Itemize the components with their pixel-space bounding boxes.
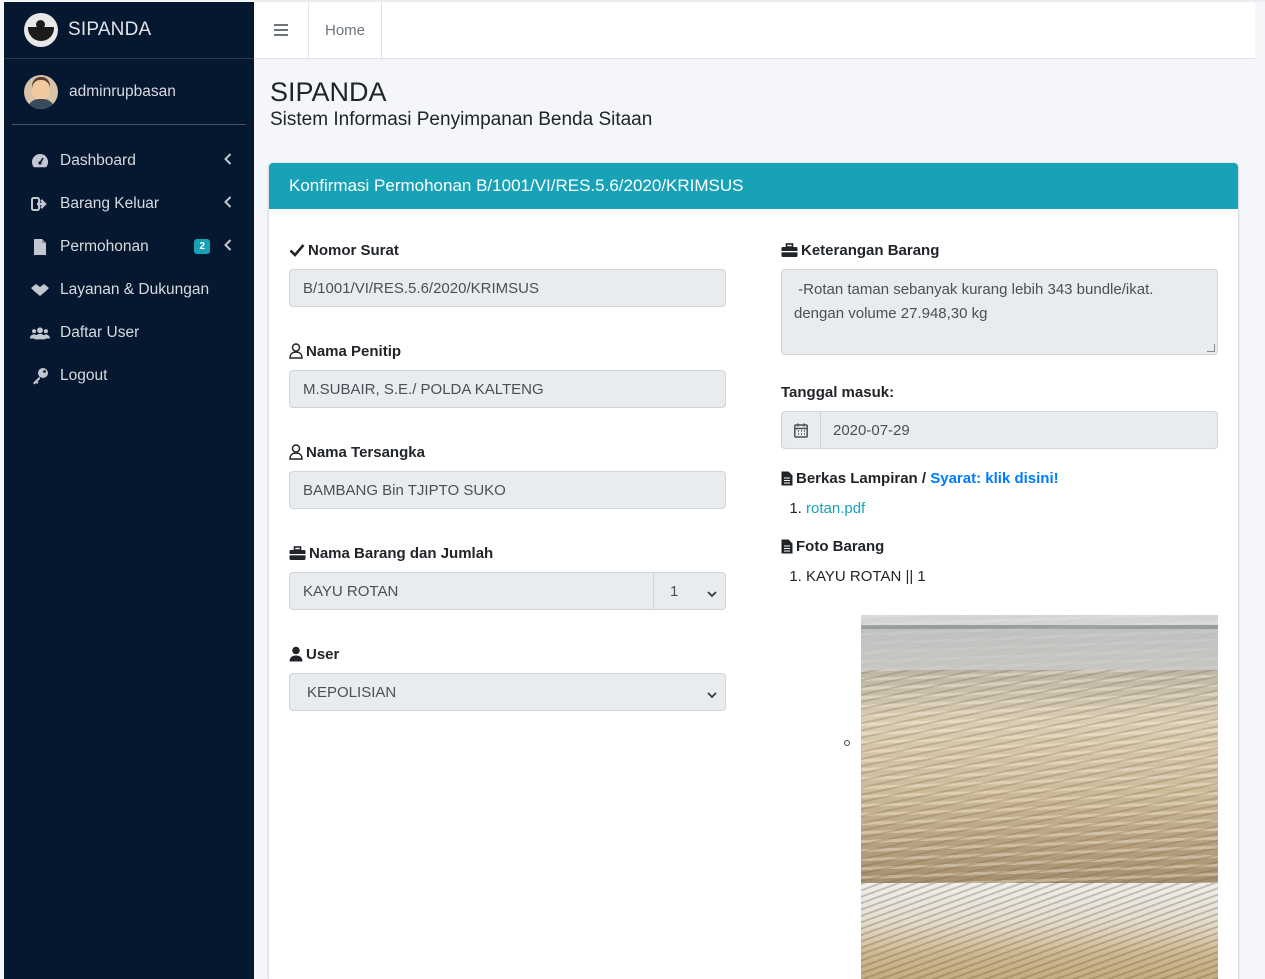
confirmation-card: Konfirmasi Permohonan B/1001/VI/RES.5.6/…	[269, 163, 1238, 979]
keterangan-group: Keterangan Barang -Rotan taman sebanyak …	[781, 240, 1218, 355]
key-icon	[30, 366, 50, 386]
nomor-surat-label: Nomor Surat	[308, 241, 399, 259]
user-outline-icon	[289, 343, 303, 359]
nama-tersangka-field[interactable]: BAMBANG Bin TJIPTO SUKO	[289, 471, 726, 509]
user-icon	[289, 646, 303, 662]
nama-barang-field[interactable]: KAYU ROTAN	[289, 572, 654, 610]
file-text-icon	[781, 471, 793, 486]
quantity-select[interactable]: 1	[654, 572, 726, 610]
form-left-column: Nomor Surat B/1001/VI/RES.5.6/2020/KRIMS…	[289, 240, 726, 745]
file-icon	[30, 237, 50, 257]
brand-logo-icon	[24, 13, 58, 47]
briefcase-icon	[289, 545, 306, 561]
content-header: SIPANDA Sistem Informasi Penyimpanan Ben…	[270, 76, 652, 131]
nama-barang-label: Nama Barang dan Jumlah	[309, 544, 494, 562]
sidebar-item-daftar-user[interactable]: Daftar User	[4, 311, 254, 354]
chevron-left-icon	[224, 239, 232, 254]
rattan-photo-1[interactable]	[861, 615, 1218, 883]
user-select[interactable]: KEPOLISIAN	[289, 673, 726, 711]
sidebar-item-barang-keluar[interactable]: Barang Keluar	[4, 182, 254, 225]
list-item: KAYU ROTAN || 1	[806, 568, 1218, 585]
nama-penitip-field[interactable]: M.SUBAIR, S.E./ POLDA KALTENG	[289, 370, 726, 408]
users-icon	[30, 323, 50, 343]
file-text-icon	[781, 539, 793, 554]
tanggal-masuk-field[interactable]: 2020-07-29	[821, 411, 1218, 449]
photo-gallery	[861, 615, 1218, 979]
user-name[interactable]: adminrupbasan	[69, 83, 176, 101]
nama-penitip-label: Nama Penitip	[306, 342, 402, 360]
attachment-link[interactable]: rotan.pdf	[806, 500, 865, 517]
sidebar-nav: Dashboard Barang Keluar Permohonan 2 Lay…	[4, 139, 254, 397]
card-title: Konfirmasi Permohonan B/1001/VI/RES.5.6/…	[269, 163, 1238, 209]
nomor-surat-field[interactable]: B/1001/VI/RES.5.6/2020/KRIMSUS	[289, 269, 726, 307]
avatar	[24, 74, 58, 109]
list-item: rotan.pdf	[806, 500, 1218, 517]
quantity-value: 1	[670, 582, 679, 600]
tachometer-icon	[30, 151, 50, 171]
foto-group: Foto Barang KAYU ROTAN || 1	[781, 536, 1218, 585]
form-right-column: Keterangan Barang -Rotan taman sebanyak …	[781, 240, 1218, 979]
syarat-link[interactable]: Syarat: klik disini!	[930, 470, 1058, 487]
sidebar: SIPANDA adminrupbasan Dashboard Barang K…	[4, 2, 254, 979]
photo-list: KAYU ROTAN || 1	[781, 568, 1218, 585]
keterangan-line-2: dengan volume 27.948,30 kg	[794, 305, 988, 322]
page-subtitle: Sistem Informasi Penyimpanan Benda Sitaa…	[270, 109, 653, 130]
tanggal-masuk-group: Tanggal masuk: 2020-07-29	[781, 382, 1218, 449]
nama-tersangka-group: Nama Tersangka BAMBANG Bin TJIPTO SUKO	[289, 442, 726, 509]
nama-penitip-group: Nama Penitip M.SUBAIR, S.E./ POLDA KALTE…	[289, 341, 726, 408]
sidebar-item-layanan[interactable]: Layanan & Dukungan	[4, 268, 254, 311]
tanggal-masuk-label: Tanggal masuk:	[781, 383, 895, 401]
check-icon	[289, 243, 305, 257]
menu-toggle-icon[interactable]	[254, 2, 309, 58]
sidebar-item-label: Dashboard	[60, 151, 136, 169]
nama-barang-group: Nama Barang dan Jumlah KAYU ROTAN 1	[289, 543, 726, 610]
sidebar-item-permohonan[interactable]: Permohonan 2	[4, 225, 254, 268]
sidebar-item-label: Logout	[60, 366, 108, 384]
sign-out-icon	[30, 194, 50, 214]
chevron-left-icon	[224, 153, 232, 168]
berkas-group: Berkas Lampiran / Syarat: klik disini! r…	[781, 468, 1218, 517]
sidebar-item-label: Daftar User	[60, 323, 140, 341]
user-group: User KEPOLISIAN	[289, 644, 726, 711]
rattan-photo-2[interactable]	[861, 883, 1218, 979]
brand-link[interactable]: SIPANDA	[4, 2, 254, 59]
chevron-left-icon	[224, 196, 232, 211]
nama-tersangka-label: Nama Tersangka	[306, 443, 425, 461]
sidebar-item-dashboard[interactable]: Dashboard	[4, 139, 254, 182]
notification-badge: 2	[194, 239, 210, 254]
brand-name: SIPANDA	[68, 19, 152, 40]
sidebar-item-label: Layanan & Dukungan	[60, 280, 210, 298]
user-label: User	[306, 645, 340, 663]
home-link[interactable]: Home	[309, 2, 383, 58]
chevron-down-icon	[707, 586, 717, 598]
resize-handle-icon[interactable]	[1207, 344, 1215, 352]
berkas-label: Berkas Lampiran /	[796, 469, 927, 487]
calendar-icon	[781, 411, 821, 449]
circle-bullet-icon	[844, 740, 850, 746]
handshake-icon	[30, 280, 50, 300]
keterangan-line-1: -Rotan taman sebanyak kurang lebih 343 b…	[794, 281, 1154, 298]
user-outline-icon	[289, 444, 303, 460]
user-select-value: KEPOLISIAN	[307, 683, 397, 701]
sidebar-item-logout[interactable]: Logout	[4, 354, 254, 397]
sidebar-item-label: Permohonan	[60, 237, 149, 255]
sidebar-item-label: Barang Keluar	[60, 194, 160, 212]
top-navbar: Home	[254, 2, 1255, 59]
chevron-down-icon	[707, 687, 717, 699]
briefcase-icon	[781, 242, 798, 258]
keterangan-label: Keterangan Barang	[801, 241, 940, 259]
keterangan-textarea[interactable]: -Rotan taman sebanyak kurang lebih 343 b…	[781, 269, 1218, 355]
attachment-list: rotan.pdf	[781, 500, 1218, 517]
foto-label: Foto Barang	[796, 537, 885, 555]
page-title: SIPANDA	[270, 77, 387, 107]
nomor-surat-group: Nomor Surat B/1001/VI/RES.5.6/2020/KRIMS…	[289, 240, 726, 307]
user-panel[interactable]: adminrupbasan	[12, 59, 246, 125]
